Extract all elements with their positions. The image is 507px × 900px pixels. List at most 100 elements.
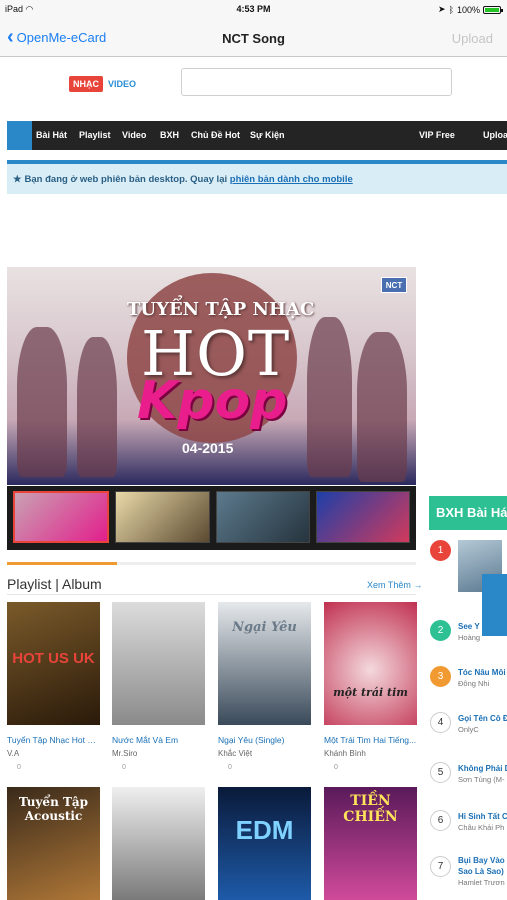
- banner-line-3: Kpop: [137, 371, 288, 431]
- menu-item-playlist[interactable]: Playlist: [79, 130, 111, 140]
- playlist-card[interactable]: HOT US UK Tuyển Tập Nhạc Hot U... V.A 0: [7, 602, 100, 771]
- rank-badge: 1: [430, 540, 451, 561]
- star-icon: ★: [13, 174, 22, 185]
- nct-logo: NCT: [381, 277, 407, 293]
- featured-banner[interactable]: TUYỂN TẬP NHẠC HOT Kpop 04-2015 NCT: [7, 267, 416, 485]
- menu-item-events[interactable]: Sự Kiện: [250, 130, 285, 140]
- rank-badge: 4: [430, 712, 451, 733]
- song-title-line-2[interactable]: Sao Là Sao): [458, 867, 504, 876]
- album-cover[interactable]: một trái tim: [324, 602, 417, 725]
- bluetooth-icon: ᛒ: [448, 4, 454, 15]
- playlist-artist[interactable]: V.A: [7, 749, 100, 758]
- playlist-title[interactable]: Tuyển Tập Nhạc Hot U...: [7, 735, 100, 745]
- album-cover[interactable]: Tuyển Tập Acoustic: [7, 787, 100, 900]
- dancer-shape: [77, 337, 117, 477]
- notice-text: Bạn đang ở web phiên bản desktop. Quay l…: [24, 174, 230, 185]
- see-more-link[interactable]: Xem Thêm →: [367, 580, 422, 590]
- dancer-shape: [307, 317, 352, 477]
- search-input[interactable]: [181, 68, 452, 96]
- playlist-artist[interactable]: Khắc Việt: [218, 749, 311, 758]
- main-menu: Bài Hát Playlist Video BXH Chủ Đề Hot Sự…: [7, 121, 507, 150]
- play-count: 0: [17, 764, 21, 771]
- song-singer[interactable]: Châu Khải Ph: [458, 823, 504, 832]
- playlist-card[interactable]: một trái tim Một Trái Tim Hai Tiếng... K…: [324, 602, 417, 771]
- playlist-card[interactable]: [112, 787, 205, 900]
- song-title[interactable]: Hi Sinh Tất C: [458, 812, 507, 821]
- banner-thumbnails: [7, 486, 416, 550]
- play-count: 0: [122, 764, 126, 771]
- cover-text: EDM: [235, 815, 294, 845]
- album-cover[interactable]: [112, 602, 205, 725]
- song-singer[interactable]: Sơn Tùng (M-: [458, 775, 504, 784]
- battery-percent: 100%: [456, 4, 480, 15]
- dancer-shape: [17, 327, 67, 477]
- album-cover[interactable]: Ngại Yêu: [218, 602, 311, 725]
- slider-progress: [7, 562, 416, 565]
- clock: 4:53 PM: [236, 4, 271, 14]
- status-bar: iPad ◠ 4:53 PM ➤ ᛒ 100%: [0, 0, 507, 20]
- menu-item-charts[interactable]: BXH: [160, 130, 179, 140]
- playlist-title[interactable]: Nước Mắt Và Em: [112, 735, 205, 745]
- cover-text: Ngại Yêu: [232, 620, 297, 635]
- banner-thumbnail[interactable]: [215, 491, 310, 543]
- page-title: NCT Song: [222, 31, 285, 46]
- playlist-artist[interactable]: Mr.Siro: [112, 749, 205, 758]
- play-count: 0: [228, 764, 232, 771]
- playlist-card[interactable]: TIỀN CHIẾN: [324, 787, 417, 900]
- menu-item-upload[interactable]: Uploa: [483, 130, 507, 140]
- menu-item-hot-topics[interactable]: Chủ Đề Hot: [191, 130, 240, 140]
- album-cover[interactable]: EDM: [218, 787, 311, 900]
- banner-thumbnail[interactable]: [315, 491, 410, 543]
- song-title[interactable]: See Y: [458, 622, 480, 631]
- rank-badge: 6: [430, 810, 451, 831]
- playlist-card[interactable]: Ngại Yêu Ngại Yêu (Single) Khắc Việt 0: [218, 602, 311, 771]
- menu-home-accent[interactable]: [7, 121, 32, 150]
- playlist-card[interactable]: Nước Mắt Và Em Mr.Siro 0: [112, 602, 205, 771]
- rank-badge: 2: [430, 620, 451, 641]
- rank-badge: 7: [430, 856, 451, 877]
- play-count: 0: [334, 764, 338, 771]
- cover-text: TIỀN CHIẾN: [343, 793, 398, 825]
- menu-item-songs[interactable]: Bài Hát: [36, 130, 67, 140]
- cover-text: Tuyển Tập Acoustic: [18, 795, 89, 823]
- song-singer[interactable]: Hamlet Trươn: [458, 878, 505, 887]
- song-title[interactable]: Bụi Bay Vào M: [458, 856, 507, 865]
- cover-text: một trái tim: [333, 686, 408, 699]
- divider: [7, 594, 416, 595]
- menu-item-video[interactable]: Video: [122, 130, 146, 140]
- music-mode-tab[interactable]: NHẠC: [69, 76, 103, 92]
- navigation-bar: ‹ OpenMe-eCard NCT Song Upload: [0, 20, 507, 57]
- chart-heading[interactable]: BXH Bài Hát: [429, 496, 507, 530]
- video-mode-tab[interactable]: VIDEO: [108, 79, 136, 89]
- song-title[interactable]: Không Phải D: [458, 764, 507, 773]
- album-cover[interactable]: HOT US UK: [7, 602, 100, 725]
- banner-line-4: 04-2015: [182, 440, 234, 456]
- song-title[interactable]: Tóc Nâu Môi: [458, 668, 506, 677]
- album-cover[interactable]: [112, 787, 205, 900]
- playlist-title[interactable]: Một Trái Tim Hai Tiếng...: [324, 735, 417, 745]
- banner-thumbnail[interactable]: [13, 491, 110, 543]
- menu-item-vip-free[interactable]: VIP Free: [419, 130, 455, 140]
- location-icon: ➤: [438, 4, 446, 14]
- playlist-artist[interactable]: Khánh Bình: [324, 749, 417, 758]
- playlist-card[interactable]: Tuyển Tập Acoustic: [7, 787, 100, 900]
- cover-text: HOT US UK: [12, 650, 95, 667]
- rank-badge: 3: [430, 666, 451, 687]
- song-singer[interactable]: OnlyC: [458, 725, 479, 734]
- playlist-section-title: Playlist | Album: [7, 576, 102, 592]
- site-header: NHẠC VIDEO: [0, 58, 507, 120]
- song-singer[interactable]: Hoàng: [458, 633, 480, 642]
- mobile-version-link[interactable]: phiên bản dành cho mobile: [230, 174, 353, 185]
- song-singer[interactable]: Đông Nhi: [458, 679, 489, 688]
- status-right: ➤ ᛒ 100%: [438, 4, 503, 15]
- playlist-card[interactable]: EDM: [218, 787, 311, 900]
- mode-switch: NHẠC VIDEO: [69, 76, 136, 92]
- side-scroll-tab[interactable]: [482, 574, 507, 636]
- desktop-notice: ★ Bạn đang ở web phiên bản desktop. Quay …: [7, 160, 507, 194]
- upload-button[interactable]: Upload: [452, 31, 493, 46]
- playlist-title[interactable]: Ngại Yêu (Single): [218, 735, 311, 745]
- album-cover[interactable]: TIỀN CHIẾN: [324, 787, 417, 900]
- banner-thumbnail[interactable]: [115, 491, 210, 543]
- dancer-shape: [357, 332, 407, 482]
- song-title[interactable]: Gọi Tên Cô Đ: [458, 714, 507, 723]
